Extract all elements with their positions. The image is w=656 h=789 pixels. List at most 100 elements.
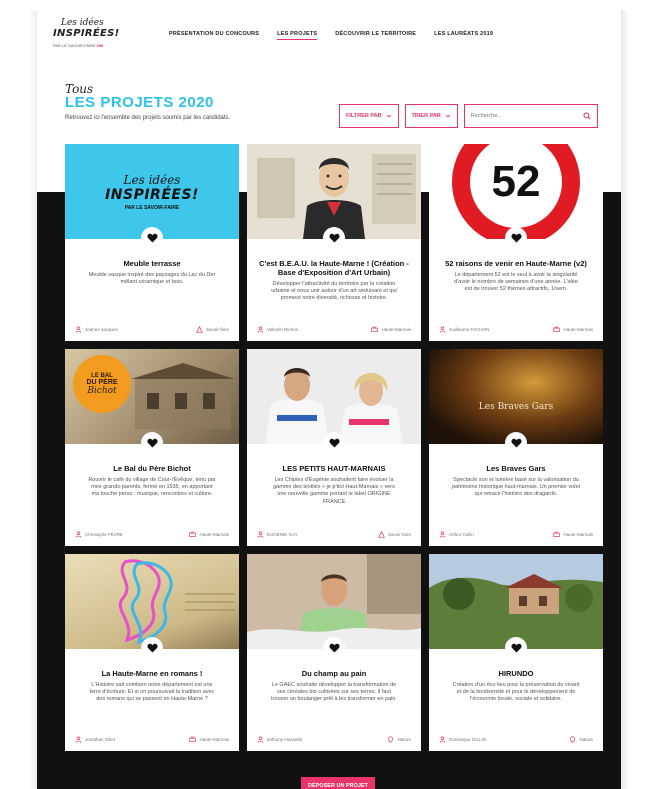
braves-image-title: Les Braves Gars bbox=[478, 401, 554, 412]
project-title[interactable]: Meuble terrasse bbox=[65, 259, 239, 268]
heart-icon bbox=[328, 438, 340, 448]
project-image-countryside bbox=[429, 554, 603, 649]
project-description: Le département 52 est le seul à avoir la… bbox=[454, 272, 578, 293]
logo-brand: HM bbox=[96, 43, 104, 48]
nav-item-territoire[interactable]: DÉCOUVRIR LE TERRITOIRE bbox=[335, 31, 416, 40]
project-author-name: Christophe FÈVRE bbox=[85, 532, 124, 537]
project-image-logo: Les idées INSPIRÉES! PAR LE SAVOIR-FAIRE bbox=[65, 144, 239, 239]
like-button[interactable] bbox=[323, 432, 345, 454]
user-icon bbox=[257, 326, 264, 333]
user-icon bbox=[439, 326, 446, 333]
heart-icon bbox=[510, 233, 522, 243]
project-category[interactable]: Haute-Marnais bbox=[553, 326, 593, 333]
chevron-down-icon bbox=[386, 114, 391, 118]
sort-dropdown[interactable]: TRIER PAR bbox=[404, 104, 458, 128]
project-title[interactable]: Les Braves Gars bbox=[429, 464, 603, 473]
category-icon bbox=[196, 326, 203, 333]
project-image-map bbox=[65, 554, 239, 649]
project-category[interactable]: Haute-Marnais bbox=[189, 736, 229, 743]
project-category[interactable]: Savoir-faire bbox=[378, 531, 411, 538]
project-category[interactable]: Savoir-faire bbox=[196, 326, 229, 333]
project-image-baker bbox=[247, 554, 421, 649]
project-meta: Arthur Collin Haute-Marnais bbox=[439, 531, 593, 538]
project-title[interactable]: 52 raisons de venir en Haute-Marne (v2) bbox=[429, 259, 603, 268]
user-icon bbox=[75, 736, 82, 743]
project-card[interactable]: C'est B.E.A.U. la Haute-Marne ! (Créatio… bbox=[247, 144, 421, 341]
project-title[interactable]: HIRUNDO bbox=[429, 669, 603, 678]
category-icon bbox=[371, 326, 379, 332]
project-card[interactable]: LE BAL DU PÈRE Bichot Le Bal du Père Bic… bbox=[65, 349, 239, 546]
like-button[interactable] bbox=[141, 432, 163, 454]
project-category-label: Haute-Marnais bbox=[563, 327, 593, 332]
project-title[interactable]: Le Bal du Père Bichot bbox=[65, 464, 239, 473]
project-card[interactable]: Les idées INSPIRÉES! PAR LE SAVOIR-FAIRE… bbox=[65, 144, 239, 341]
couple-photo bbox=[247, 349, 421, 444]
countryside-photo bbox=[429, 554, 603, 649]
filter-dropdown[interactable]: FILTRER PAR bbox=[339, 104, 399, 128]
user-icon bbox=[75, 326, 82, 333]
project-image-logo-line1: Les idées bbox=[123, 172, 181, 187]
project-author: EUGÉNIE GAY bbox=[257, 531, 298, 538]
submit-project-button[interactable]: DÉPOSER UN PROJET bbox=[301, 777, 375, 789]
project-category[interactable]: Haute-Marnais bbox=[553, 531, 593, 538]
project-description: Meuble vasque inspiré des paysages du La… bbox=[88, 272, 216, 286]
nav-item-projets[interactable]: LES PROJETS bbox=[277, 31, 318, 40]
project-category[interactable]: Haute-Marnais bbox=[189, 531, 229, 538]
search-input[interactable] bbox=[470, 113, 571, 119]
project-title[interactable]: C'est B.E.A.U. la Haute-Marne ! (Créatio… bbox=[247, 259, 421, 277]
project-meta: Jonathan Gillet Haute-Marnais bbox=[75, 736, 229, 743]
project-title[interactable]: Du champ au pain bbox=[247, 669, 421, 678]
project-image-logo-line2: INSPIRÉES! bbox=[105, 186, 199, 203]
nav-item-laureats[interactable]: LES LAURÉATS 2019 bbox=[434, 31, 493, 40]
project-category-label: Haute-Marnais bbox=[199, 532, 229, 537]
project-card[interactable]: Les Braves Gars Les Braves Gars Spectacl… bbox=[429, 349, 603, 546]
project-author: Arthur Collin bbox=[439, 531, 474, 538]
project-category-label: Nature bbox=[579, 737, 593, 742]
project-image-portrait bbox=[247, 144, 421, 239]
like-button[interactable] bbox=[505, 432, 527, 454]
project-card[interactable]: LES PETITS HAUT-MARNAIS Les Chipies d'Eu… bbox=[247, 349, 421, 546]
heart-icon bbox=[146, 438, 158, 448]
like-button[interactable] bbox=[505, 637, 527, 659]
nav-item-presentation[interactable]: PRÉSENTATION DU CONCOURS bbox=[169, 31, 259, 40]
project-image-bal: LE BAL DU PÈRE Bichot bbox=[65, 349, 239, 444]
project-author-name: Valentin Richon bbox=[267, 327, 299, 332]
user-icon bbox=[439, 736, 446, 743]
project-category-label: Savoir-faire bbox=[205, 327, 229, 332]
project-author: Christophe FÈVRE bbox=[75, 531, 123, 538]
project-image-sign: 52 bbox=[429, 144, 603, 239]
like-button[interactable] bbox=[323, 227, 345, 249]
project-category[interactable]: Haute-Marnais bbox=[371, 326, 411, 333]
project-author: anthony massebit bbox=[257, 736, 302, 743]
project-title[interactable]: LES PETITS HAUT-MARNAIS bbox=[247, 464, 421, 473]
project-category[interactable]: Nature bbox=[387, 736, 411, 743]
site-logo[interactable]: Les idées INSPIRÉES! PAR LE SAVOIR-FAIRE… bbox=[53, 18, 119, 54]
project-author-name: Guillaume FACHON bbox=[449, 327, 490, 332]
user-icon bbox=[257, 531, 264, 538]
project-meta: Guillaume FACHON Haute-Marnais bbox=[439, 326, 593, 333]
project-card[interactable]: HIRUNDO Création d'un éco lieu pour la p… bbox=[429, 554, 603, 751]
like-button[interactable] bbox=[141, 637, 163, 659]
like-button[interactable] bbox=[323, 637, 345, 659]
project-meta: Valentin Richon Haute-Marnais bbox=[257, 326, 411, 333]
speed-sign-number: 52 bbox=[491, 156, 541, 206]
project-card[interactable]: La Haute-Marne en romans ! L'Histoire sa… bbox=[65, 554, 239, 751]
project-category[interactable]: Nature bbox=[569, 736, 593, 743]
project-card[interactable]: 52 52 raisons de venir en Haute-Marne (v… bbox=[429, 144, 603, 341]
project-author-name: EUGÉNIE GAY bbox=[267, 532, 298, 537]
map-illustration bbox=[119, 559, 235, 645]
project-description: Développer l'attractivité du territoire … bbox=[271, 281, 397, 302]
search-icon[interactable] bbox=[583, 112, 591, 120]
like-button[interactable] bbox=[141, 227, 163, 249]
category-icon bbox=[553, 531, 561, 537]
project-title[interactable]: La Haute-Marne en romans ! bbox=[65, 669, 239, 678]
page-subtitle: Retrouvez ici l'ensemble des projets sou… bbox=[65, 115, 231, 121]
category-icon bbox=[570, 736, 576, 743]
project-image-logo-line3: PAR LE SAVOIR-FAIRE bbox=[124, 204, 180, 211]
project-card[interactable]: Du champ au pain Le GAEC souhaite dévelo… bbox=[247, 554, 421, 751]
logo-line-1: Les idées bbox=[61, 18, 104, 28]
project-author-name: Arthur Collin bbox=[449, 532, 474, 537]
project-author: Joanne Jacques bbox=[75, 326, 118, 333]
project-author: Dominique GILLIN bbox=[439, 736, 486, 743]
like-button[interactable] bbox=[505, 227, 527, 249]
